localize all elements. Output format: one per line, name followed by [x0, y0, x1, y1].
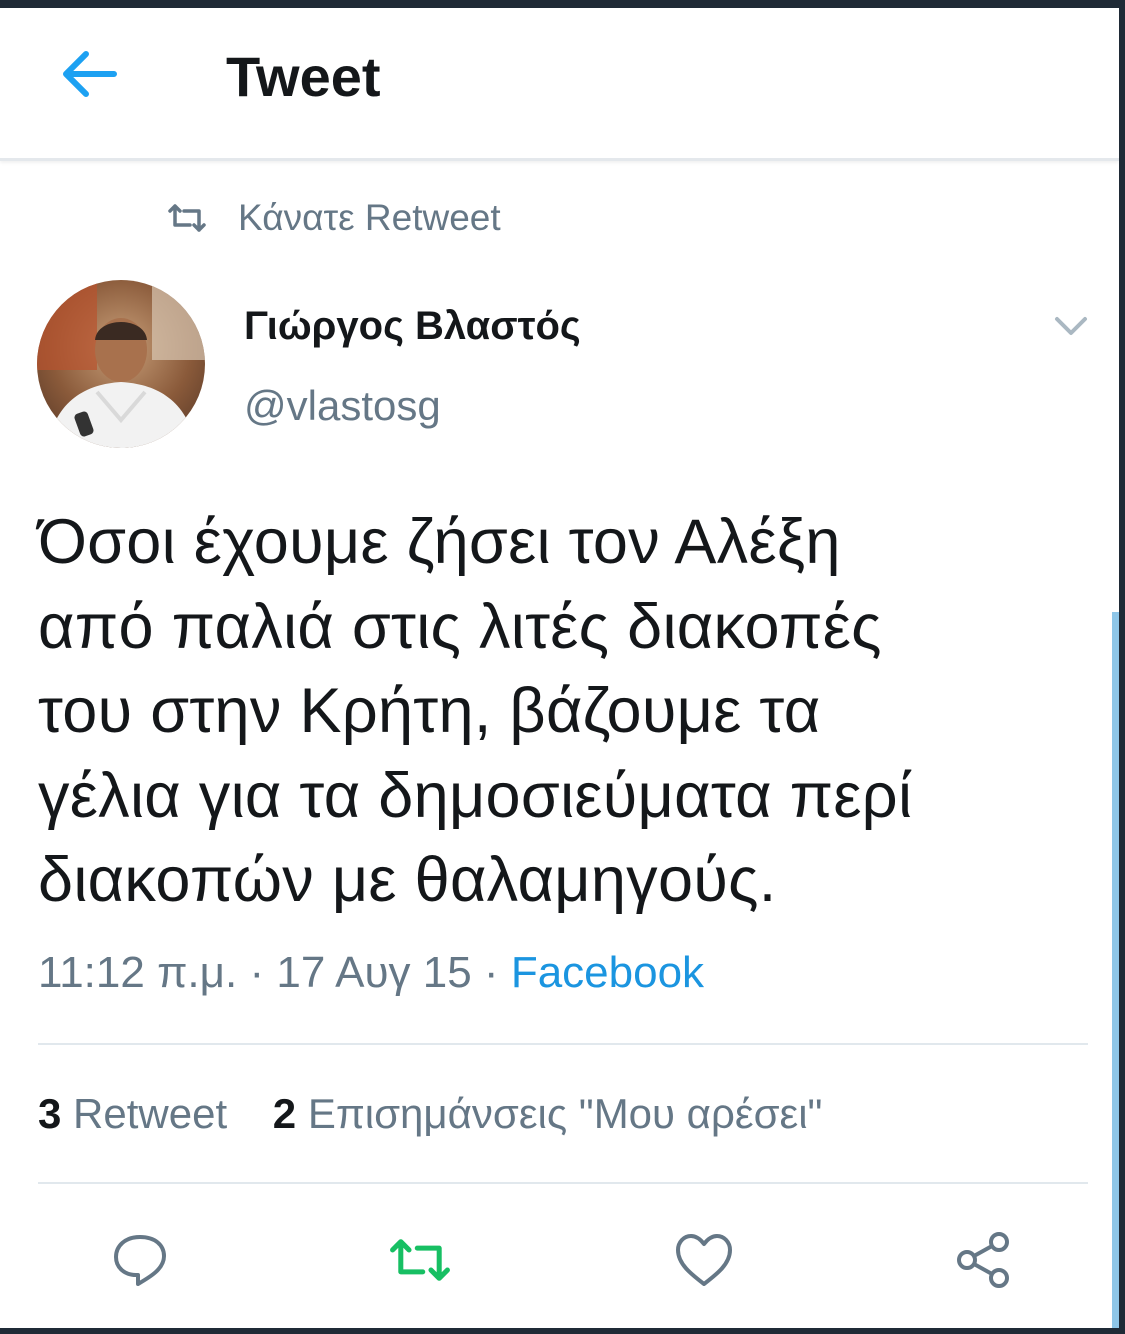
arrow-left-icon	[63, 51, 117, 97]
likes-label: Επισημάνσεις "Μου αρέσει"	[307, 1090, 823, 1137]
share-icon	[957, 1232, 1009, 1288]
retweet-context: Κάνατε Retweet	[166, 196, 501, 240]
avatar-photo	[37, 280, 205, 448]
tweet-stats: 3 Retweet 2 Επισημάνσεις "Μου αρέσει"	[38, 1090, 822, 1138]
share-button[interactable]	[952, 1228, 1016, 1292]
tweet-text: Όσοι έχουμε ζήσει τον Αλέξη από παλιά στ…	[38, 507, 913, 915]
avatar[interactable]	[37, 280, 205, 448]
tweet-options-button[interactable]	[1050, 308, 1092, 344]
likes-count: 2	[272, 1090, 297, 1137]
reply-icon	[114, 1235, 166, 1286]
like-button[interactable]	[672, 1228, 736, 1292]
page-title: Tweet	[226, 45, 381, 108]
retweets-count: 3	[38, 1090, 62, 1137]
back-button[interactable]	[56, 46, 120, 102]
status-bar-edge	[0, 0, 1125, 8]
retweet-context-label: Κάνατε Retweet	[238, 197, 501, 238]
retweet-button[interactable]	[388, 1228, 452, 1292]
likes-stat[interactable]: 2 Επισημάνσεις "Μου αρέσει"	[273, 1090, 823, 1137]
screen-edge	[1119, 0, 1125, 1334]
chevron-down-icon	[1055, 317, 1087, 335]
divider	[38, 1182, 1088, 1184]
reply-button[interactable]	[108, 1228, 172, 1292]
retweets-stat[interactable]: 3 Retweet	[38, 1090, 239, 1137]
retweets-label: Retweet	[73, 1090, 228, 1137]
tweet-meta: 11:12 π.μ. · 17 Αυγ 15 · Facebook	[38, 948, 704, 998]
tweet-time: 11:12 π.μ.	[38, 948, 238, 997]
tweet-detail-screen: Tweet Κάνατε Retweet Γιώργος Βλαστός @vl…	[0, 0, 1125, 1334]
author-handle[interactable]: @vlastosg	[244, 382, 441, 430]
heart-icon	[676, 1234, 732, 1286]
scrollbar[interactable]	[1112, 612, 1119, 1328]
screen-edge	[0, 1328, 1125, 1334]
retweet-icon	[390, 1239, 450, 1281]
meta-separator: ·	[483, 948, 499, 997]
tweet-source-link[interactable]: Facebook	[511, 948, 704, 997]
app-bar: Tweet	[0, 8, 1119, 161]
tweet-date: 17 Αυγ 15	[276, 948, 472, 997]
divider	[38, 1043, 1088, 1045]
meta-separator: ·	[249, 948, 265, 997]
author-name[interactable]: Γιώργος Βλαστός	[244, 304, 581, 349]
retweet-icon	[168, 204, 206, 232]
